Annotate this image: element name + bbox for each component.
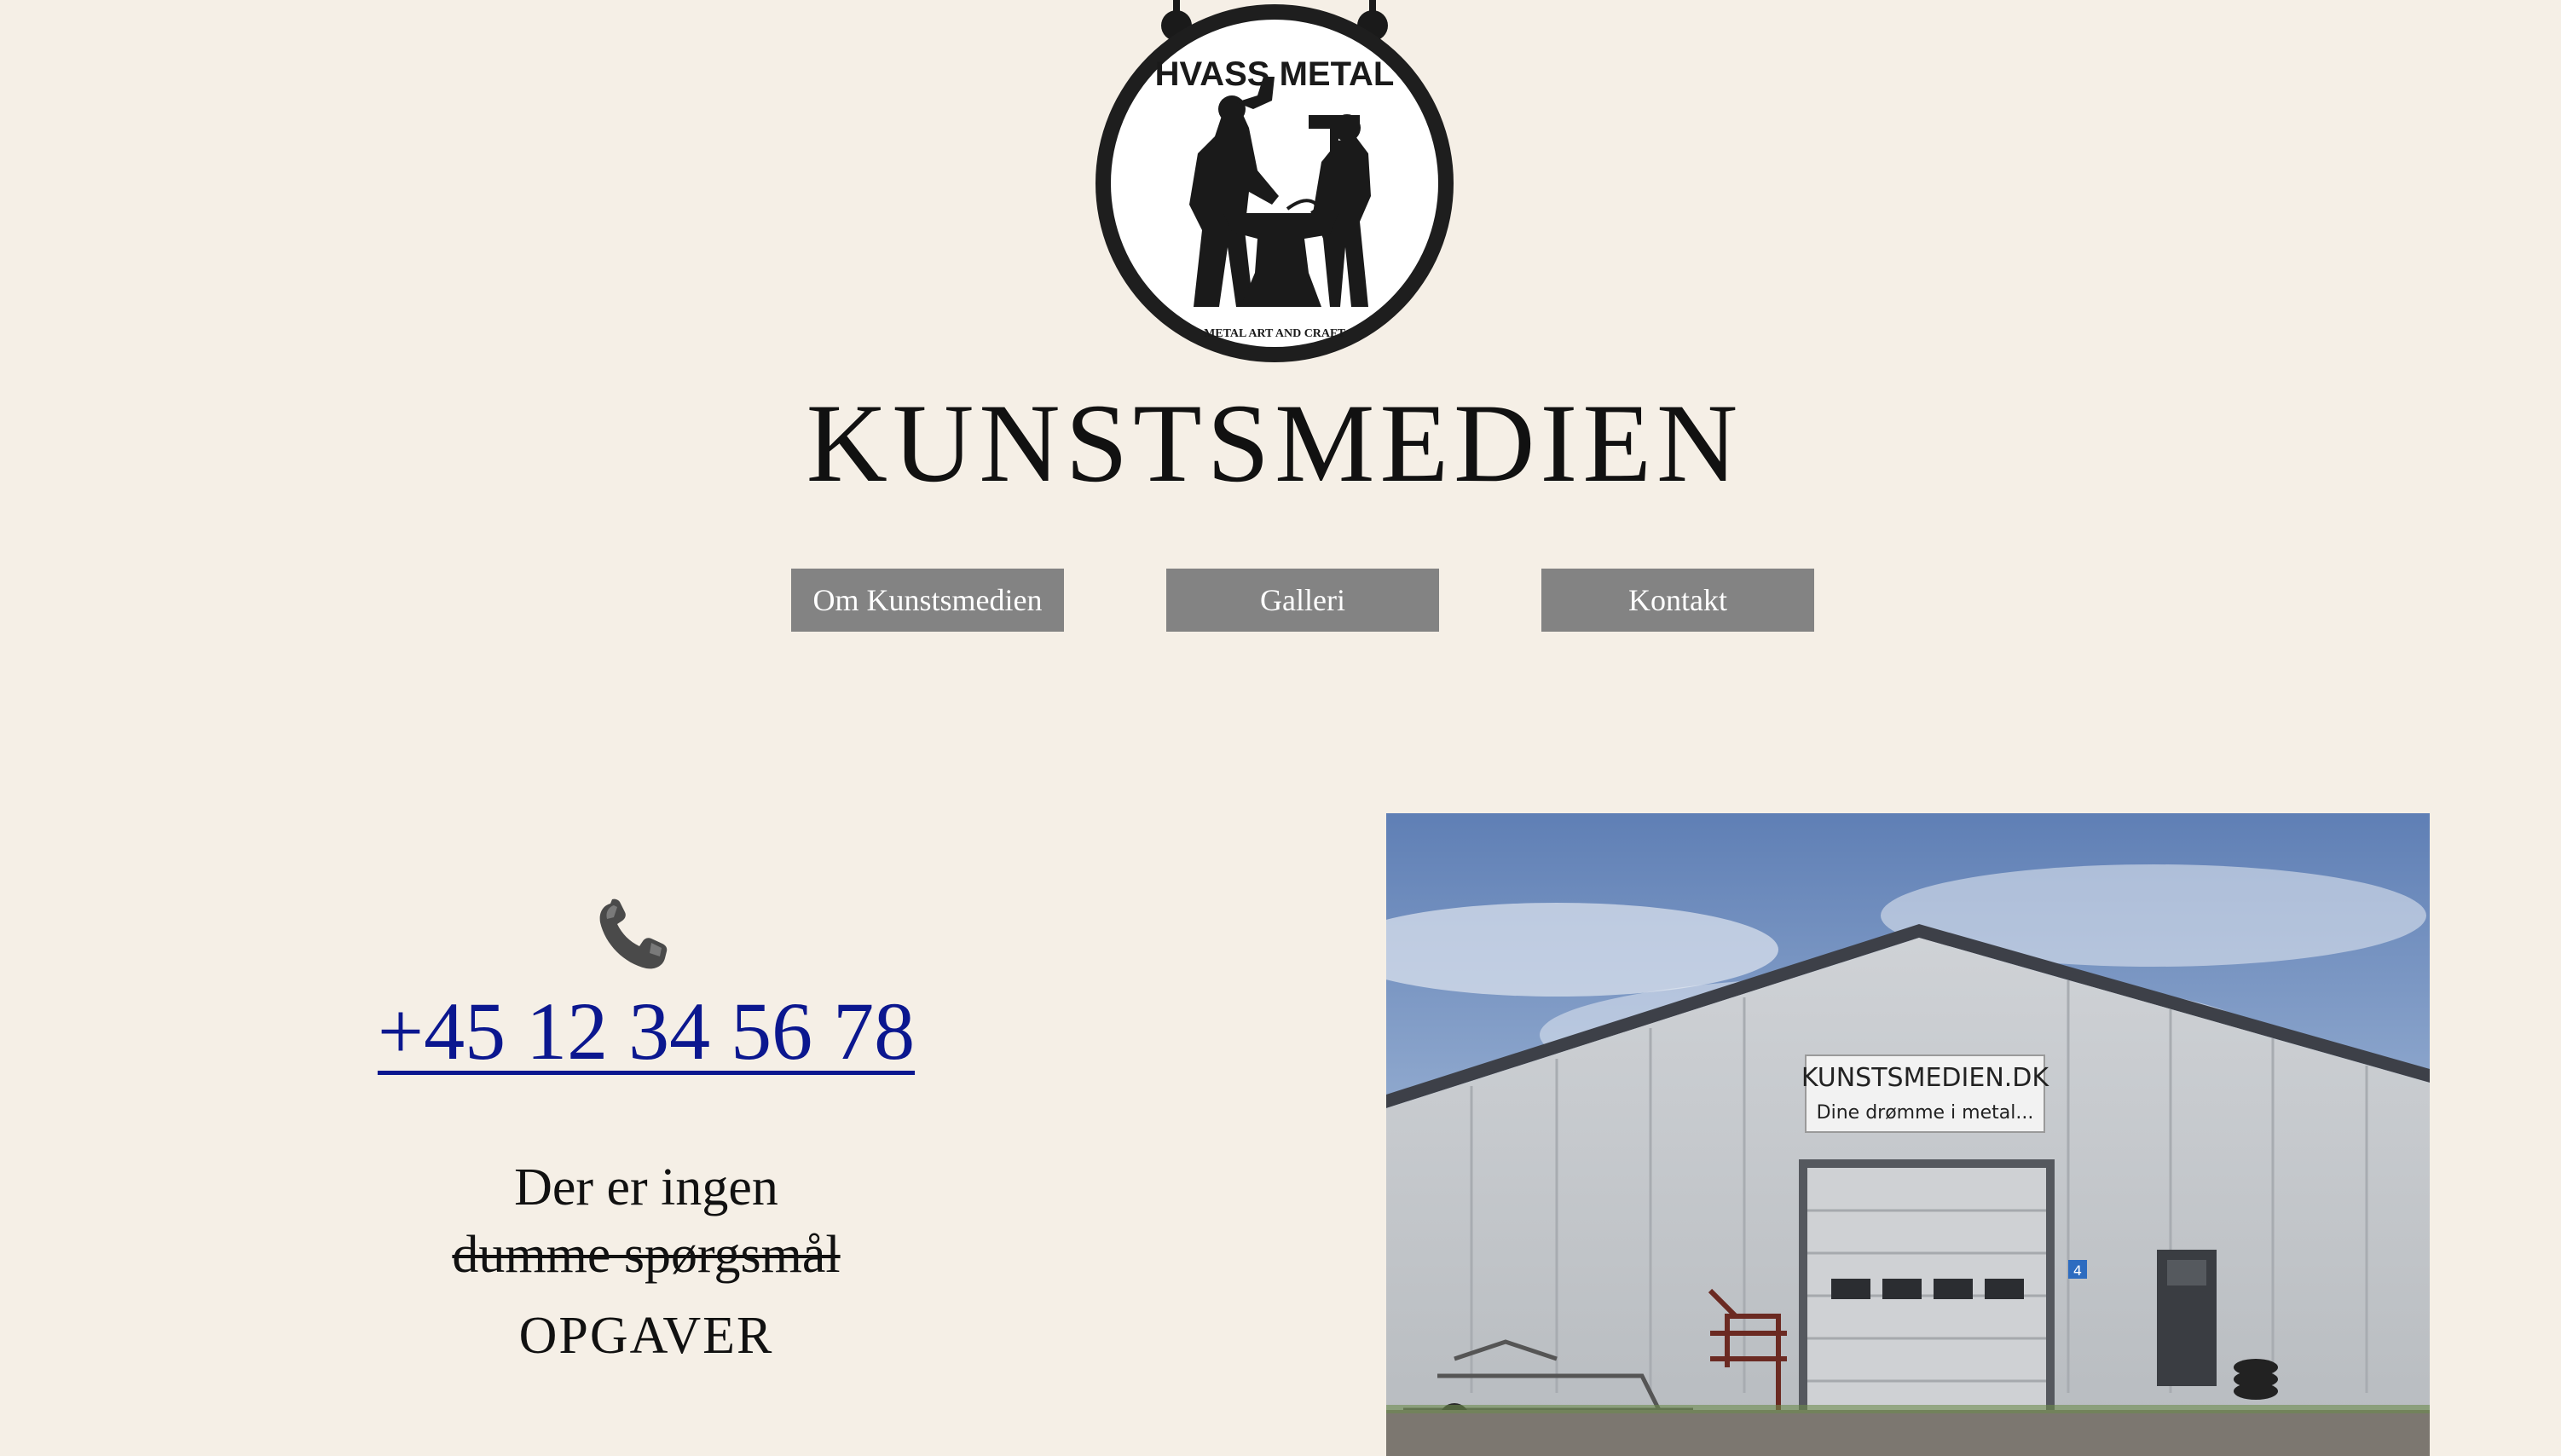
photo-sign-line-1: KUNSTSMEDIEN.DK (1801, 1063, 2049, 1093)
photo-door-number: 4 (2073, 1262, 2082, 1279)
page: HVASS METAL METAL ART AND CRAFT KUNSTSME… (0, 0, 2561, 1456)
logo-brand-text: HVASS METAL (1155, 55, 1395, 93)
slogan-line-1: Der er ingen (514, 1158, 778, 1216)
nav-button-om-kunstsmedien[interactable]: Om Kunstsmedien (791, 569, 1064, 632)
slogan-line-2-struck: dumme spørgsmål (452, 1226, 841, 1284)
phone-number-link[interactable]: +45 12 34 56 78 (324, 980, 968, 1083)
nav-button-kontakt[interactable]: Kontakt (1541, 569, 1814, 632)
nav-button-galleri[interactable]: Galleri (1166, 569, 1439, 632)
workshop-building-photo: KUNSTSMEDIEN.DK Dine drømme i metal... 4 (1386, 813, 2430, 1456)
telephone-icon (592, 895, 673, 977)
logo-tagline: METAL ART AND CRAFT (1204, 327, 1346, 340)
hvass-metal-logo[interactable]: HVASS METAL METAL ART AND CRAFT (1074, 0, 1475, 367)
site-title: KUNSTSMEDIEN (806, 380, 1743, 506)
photo-sign-line-2: Dine drømme i metal... (1817, 1102, 2034, 1124)
slogan-line-3: OPGAVER (518, 1307, 774, 1365)
